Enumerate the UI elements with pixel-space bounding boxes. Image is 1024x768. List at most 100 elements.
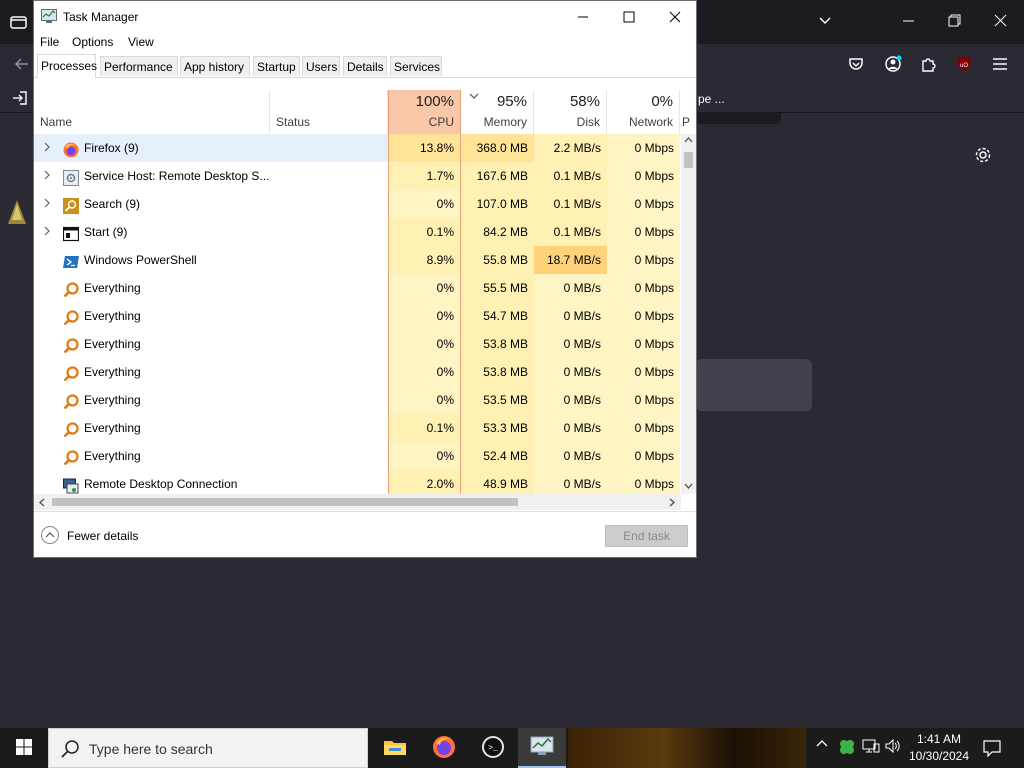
- process-cpu: 0%: [388, 302, 461, 330]
- horizontal-scroll-thumb[interactable]: [52, 498, 518, 506]
- process-cpu: 8.9%: [388, 246, 461, 274]
- firefox-icon: [63, 140, 79, 158]
- notifications-icon[interactable]: [983, 739, 1001, 760]
- firefox-content-card[interactable]: [696, 359, 812, 411]
- tab-processes[interactable]: Processes: [37, 54, 97, 78]
- process-cpu: 0%: [388, 386, 461, 414]
- minimize-button[interactable]: [560, 1, 606, 32]
- tab-users[interactable]: Users: [302, 56, 340, 76]
- column-header-memory[interactable]: 95% Memory: [461, 90, 534, 134]
- chevron-right-icon[interactable]: [43, 162, 51, 190]
- tab-strip: Processes Performance App history Startu…: [34, 54, 696, 78]
- hamburger-menu-icon[interactable]: [992, 56, 1008, 76]
- process-name: Everything: [34, 358, 270, 386]
- table-row[interactable]: Everything 0% 55.5 MB 0 MB/s 0 Mbps: [34, 274, 681, 302]
- menu-view[interactable]: View: [128, 35, 154, 49]
- close-icon[interactable]: [994, 14, 1008, 32]
- taskbar-firefox[interactable]: [420, 728, 468, 768]
- vertical-scrollbar[interactable]: [681, 134, 696, 494]
- table-row[interactable]: Everything 0% 53.8 MB 0 MB/s 0 Mbps: [34, 358, 681, 386]
- tab-list-icon[interactable]: [10, 14, 28, 34]
- process-network: 0 Mbps: [607, 190, 680, 218]
- bookmark-item[interactable]: pe ...: [698, 92, 725, 106]
- process-status: [270, 330, 388, 358]
- process-cpu: 0%: [388, 442, 461, 470]
- table-row[interactable]: Everything 0.1% 53.3 MB 0 MB/s 0 Mbps: [34, 414, 681, 442]
- svg-text:uO: uO: [960, 63, 968, 69]
- tab-performance[interactable]: Performance: [100, 56, 178, 76]
- process-name-label: Search (9): [84, 197, 141, 211]
- ublock-icon[interactable]: uO: [955, 55, 973, 77]
- account-icon[interactable]: [884, 55, 902, 77]
- tab-services[interactable]: Services: [390, 56, 442, 76]
- minimize-icon[interactable]: [902, 14, 916, 32]
- taskbar-file-explorer[interactable]: [371, 728, 419, 768]
- table-row[interactable]: Windows PowerShell 8.9% 55.8 MB 18.7 MB/s 0 …: [34, 246, 681, 274]
- close-button[interactable]: [652, 1, 698, 32]
- process-disk: 0.1 MB/s: [534, 162, 607, 190]
- tab-startup[interactable]: Startup: [253, 56, 300, 76]
- window-title: Task Manager: [63, 10, 139, 24]
- network-icon[interactable]: [862, 738, 880, 757]
- process-name: Everything: [34, 414, 270, 442]
- scroll-up-arrow-icon[interactable]: [684, 136, 693, 146]
- table-row[interactable]: Search (9) 0% 107.0 MB 0.1 MB/s 0 Mbps: [34, 190, 681, 218]
- scroll-left-arrow-icon[interactable]: [38, 498, 46, 509]
- vertical-scroll-thumb[interactable]: [684, 152, 693, 168]
- chevron-right-icon[interactable]: [43, 218, 51, 246]
- chevron-down-icon[interactable]: [818, 14, 832, 32]
- chevron-right-icon[interactable]: [43, 134, 51, 162]
- process-name-label: Firefox (9): [84, 141, 139, 155]
- clock-time: 1:41 AM: [916, 732, 962, 746]
- process-disk: 0.1 MB/s: [534, 190, 607, 218]
- desktop-shortcut-icon[interactable]: [6, 198, 28, 228]
- column-header-more[interactable]: P: [680, 90, 696, 134]
- column-header-disk[interactable]: 58% Disk: [534, 90, 607, 134]
- title-bar[interactable]: Task Manager: [34, 1, 696, 32]
- table-row[interactable]: Everything 0% 53.5 MB 0 MB/s 0 Mbps: [34, 386, 681, 414]
- menu-file[interactable]: File: [40, 35, 59, 49]
- task-manager-icon: [41, 9, 57, 23]
- search-icon: [61, 739, 81, 762]
- scroll-down-arrow-icon[interactable]: [684, 482, 693, 492]
- clover-icon[interactable]: [838, 738, 856, 759]
- table-row[interactable]: Everything 0% 53.8 MB 0 MB/s 0 Mbps: [34, 330, 681, 358]
- column-header-network[interactable]: 0% Network: [607, 90, 680, 134]
- system-clock[interactable]: 1:41 AM 10/30/2024: [904, 731, 974, 765]
- table-row[interactable]: Everything 0% 52.4 MB 0 MB/s 0 Mbps: [34, 442, 681, 470]
- process-network: 0 Mbps: [607, 302, 680, 330]
- volume-icon[interactable]: [884, 738, 902, 757]
- chevron-up-icon[interactable]: [816, 738, 828, 753]
- menu-options[interactable]: Options: [72, 35, 113, 49]
- column-header-name[interactable]: Name: [34, 90, 270, 134]
- settings-gear-icon[interactable]: [974, 146, 992, 168]
- table-row[interactable]: Remote Desktop Connection 2.0% 48.9 MB 0 MB…: [34, 470, 681, 494]
- taskbar-terminal[interactable]: >_: [469, 728, 517, 768]
- sign-in-icon[interactable]: [12, 90, 28, 110]
- back-arrow-icon[interactable]: [14, 56, 30, 76]
- chevron-right-icon[interactable]: [43, 190, 51, 218]
- chevron-up-icon: [41, 526, 59, 544]
- process-status: [270, 386, 388, 414]
- table-row[interactable]: Everything 0% 54.7 MB 0 MB/s 0 Mbps: [34, 302, 681, 330]
- maximize-button[interactable]: [606, 1, 652, 32]
- scroll-right-arrow-icon[interactable]: [668, 498, 676, 509]
- pocket-icon[interactable]: [848, 56, 864, 76]
- table-row[interactable]: Start (9) 0.1% 84.2 MB 0.1 MB/s 0 Mbps: [34, 218, 681, 246]
- start-button[interactable]: [0, 728, 48, 768]
- horizontal-scrollbar[interactable]: [34, 494, 681, 510]
- table-row[interactable]: Firefox (9) 13.8% 368.0 MB 2.2 MB/s 0 Mbps: [34, 134, 681, 162]
- footer-bar: Fewer details End task: [34, 511, 696, 558]
- tab-app-history[interactable]: App history: [180, 56, 250, 76]
- column-header-status[interactable]: Status: [270, 90, 388, 134]
- end-task-button[interactable]: End task: [605, 525, 688, 547]
- restore-icon[interactable]: [948, 14, 962, 32]
- taskbar-search-box[interactable]: Type here to search: [48, 728, 368, 768]
- table-row[interactable]: Service Host: Remote Desktop S... 1.7% 167…: [34, 162, 681, 190]
- process-name: Windows PowerShell: [34, 246, 270, 274]
- service-host-icon: [63, 168, 79, 186]
- column-header-cpu[interactable]: 100% CPU: [388, 90, 461, 134]
- taskbar-task-manager[interactable]: [518, 728, 566, 768]
- tab-details[interactable]: Details: [343, 56, 387, 76]
- extensions-icon[interactable]: [920, 56, 936, 76]
